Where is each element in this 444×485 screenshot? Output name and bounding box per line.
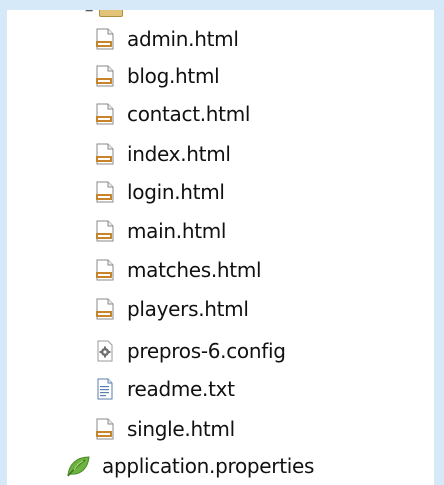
tree-item-label: application.properties	[102, 454, 315, 478]
tree-item-label: login.html	[127, 180, 225, 204]
text-file-icon	[94, 377, 116, 401]
tree-item-label: single.html	[127, 417, 235, 441]
html-file-icon	[94, 64, 116, 88]
tree-item-label: contact.html	[127, 102, 251, 126]
tree-item-contact-html[interactable]: contact.html	[94, 99, 250, 129]
spring-leaf-icon	[65, 454, 91, 478]
tree-item-players-html[interactable]: players.html	[94, 294, 249, 324]
window-frame-top	[0, 0, 444, 10]
html-file-icon	[94, 27, 116, 51]
tree-item-label: main.html	[127, 219, 227, 243]
tree-item-admin-html[interactable]: admin.html	[94, 24, 239, 54]
html-file-icon	[94, 180, 116, 204]
html-file-icon	[94, 219, 116, 243]
tree-item-label: players.html	[127, 297, 249, 321]
html-file-icon	[94, 297, 116, 321]
tree-item-matches-html[interactable]: matches.html	[94, 255, 262, 285]
tree-item-label: matches.html	[127, 258, 262, 282]
expand-chevron-icon[interactable]: ◢	[85, 10, 93, 13]
tree-item-blog-html[interactable]: blog.html	[94, 61, 220, 91]
folder-icon	[99, 10, 123, 17]
tree-folder-row[interactable]: ◢	[85, 10, 133, 18]
tree-item-main-html[interactable]: main.html	[94, 216, 226, 246]
window-frame-left	[0, 0, 7, 485]
html-file-icon	[94, 258, 116, 282]
config-file-icon	[94, 339, 116, 363]
html-file-icon	[94, 142, 116, 166]
tree-item-readme-txt[interactable]: readme.txt	[94, 374, 235, 404]
tree-item-index-html[interactable]: index.html	[94, 139, 231, 169]
tree-item-label: admin.html	[127, 27, 239, 51]
tree-item-application-properties[interactable]: application.properties	[65, 451, 314, 481]
tree-item-label: readme.txt	[127, 377, 235, 401]
html-file-icon	[94, 102, 116, 126]
tree-item-login-html[interactable]: login.html	[94, 177, 225, 207]
html-file-icon	[94, 417, 116, 441]
tree-item-prepros-config[interactable]: prepros-6.config	[94, 336, 286, 366]
tree-item-label: blog.html	[127, 64, 220, 88]
project-explorer-tree: ◢ admin.html blog.html	[7, 10, 434, 485]
tree-item-single-html[interactable]: single.html	[94, 414, 235, 444]
tree-item-label: index.html	[127, 142, 231, 166]
window-frame-right	[434, 0, 444, 485]
tree-item-label: prepros-6.config	[127, 339, 286, 363]
